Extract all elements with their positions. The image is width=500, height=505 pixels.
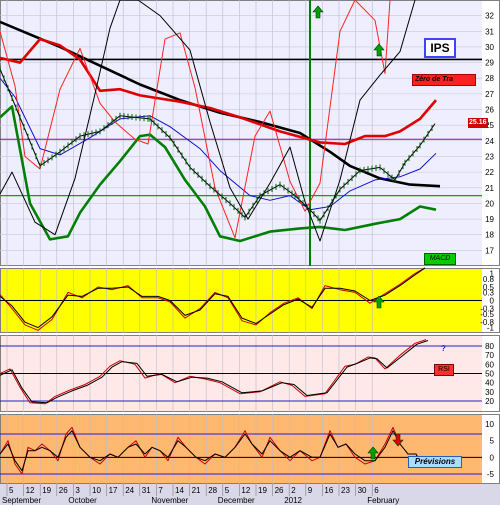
x-tick-label: 5 [9,486,14,495]
x-tick-label: 30 [358,486,367,495]
rsi-y-tick-label: 70 [485,351,494,360]
month-label: February [367,496,399,505]
month-label: December [218,496,255,505]
price-y-tick-label: 24 [485,137,494,146]
price-y-tick-label: 28 [485,74,494,83]
price-y-tick-label: 29 [485,59,494,68]
price-y-tick-label: 30 [485,43,494,52]
month-label: October [68,496,97,505]
previsions-y-tick-label: 0 [490,453,495,462]
x-tick-label: 14 [175,486,184,495]
price-y-tick-label: 22 [485,168,494,177]
last-price-badge: 25.16 [468,118,488,128]
price-y-tick-label: 23 [485,152,494,161]
x-tick-label: 6 [374,486,379,495]
rsi-y-tick-label: 80 [485,342,494,351]
price-y-tick-label: 27 [485,90,494,99]
previsions-y-tick-label: -5 [487,470,495,479]
x-tick-label: 19 [258,486,267,495]
month-label: 2012 [284,496,302,505]
macd-y-tick-label: -1 [487,324,495,333]
price-y-tick-label: 32 [485,12,494,21]
x-tick-label: 31 [142,486,151,495]
x-tick-label: 16 [324,486,333,495]
previsions-label: Prévisions [408,456,462,468]
price-y-tick-label: 17 [485,246,494,255]
price-axis-strip [482,0,500,266]
rsi-y-tick-label: 20 [485,397,494,406]
rsi-question-mark: ? [441,344,446,353]
x-tick-label: 19 [42,486,51,495]
month-label: November [151,496,188,505]
x-tick-label: 17 [109,486,118,495]
price-y-tick-label: 31 [485,27,494,36]
ticker-label: IPS [424,38,456,58]
x-tick-label: 2 [291,486,296,495]
price-y-tick-label: 21 [485,184,494,193]
x-tick-label: 26 [59,486,68,495]
macd-label: MACD [424,253,456,265]
x-tick-label: 10 [92,486,101,495]
x-tick-label: 23 [341,486,350,495]
price-y-tick-label: 20 [485,199,494,208]
rsi-label: RSI [434,364,454,376]
month-label: September [2,496,41,505]
x-tick-label: 21 [192,486,201,495]
price-y-tick-label: 18 [485,231,494,240]
rsi-y-tick-label: 50 [485,370,494,379]
rsi-y-tick-label: 30 [485,388,494,397]
x-tick-label: 5 [225,486,230,495]
x-tick-label: 7 [158,486,163,495]
previsions-y-tick-label: 5 [490,437,495,446]
x-tick-label: 28 [208,486,217,495]
x-tick-label: 9 [308,486,313,495]
previsions-y-tick-label: 10 [485,420,494,429]
x-tick-label: 3 [75,486,80,495]
rsi-y-tick-label: 40 [485,379,494,388]
x-tick-label: 24 [125,486,134,495]
price-y-tick-label: 19 [485,215,494,224]
rsi-y-tick-label: 60 [485,360,494,369]
x-tick-label: 12 [26,486,35,495]
x-tick-label: 12 [241,486,250,495]
price-y-tick-label: 26 [485,106,494,115]
x-tick-label: 26 [275,486,284,495]
zero-line-label: Zéro de Tra [412,74,476,86]
